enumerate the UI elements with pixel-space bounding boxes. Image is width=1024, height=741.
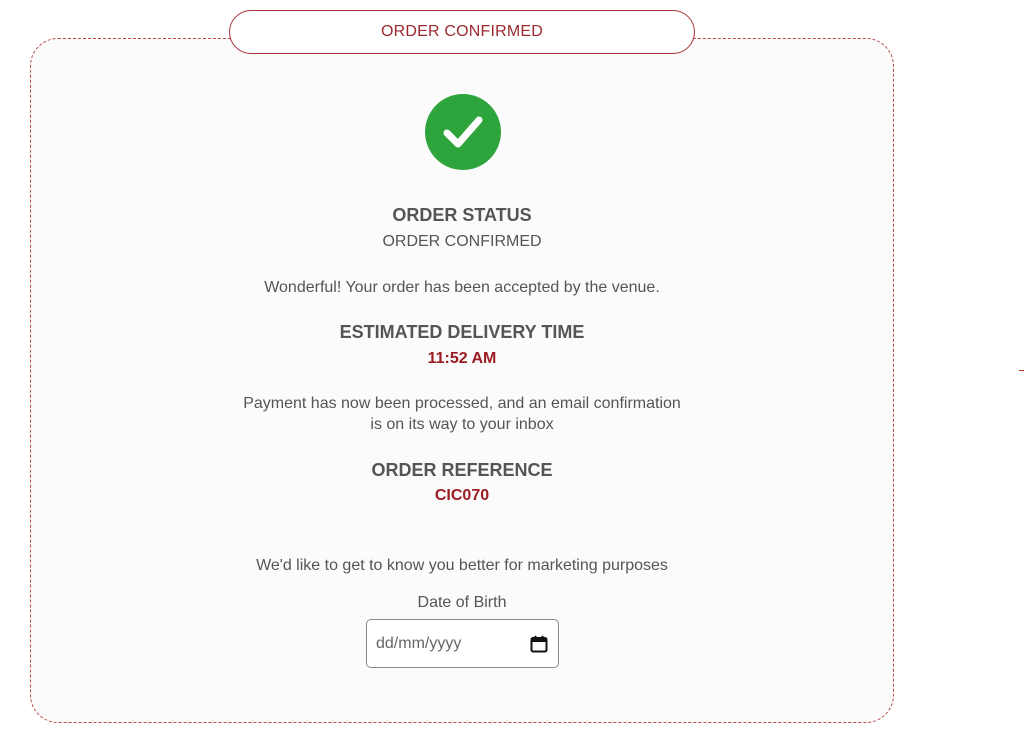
check-circle-icon: [425, 94, 501, 170]
order-status-message: Wonderful! Your order has been accepted …: [264, 279, 660, 296]
marketing-intro: We'd like to get to know you better for …: [256, 557, 668, 574]
order-reference-heading: ORDER REFERENCE: [371, 460, 553, 480]
delivery-time-heading: ESTIMATED DELIVERY TIME: [339, 322, 585, 342]
payment-message-line1: Payment has now been processed, and an e…: [243, 395, 681, 412]
payment-message-line2: is on its way to your inbox: [370, 416, 554, 433]
order-status-value: ORDER CONFIRMED: [382, 233, 542, 250]
order-confirmation-page: ORDER CONFIRMED ORDER STATUS ORDER CONFI…: [0, 0, 1024, 741]
order-status-heading: ORDER STATUS: [392, 205, 532, 225]
order-reference-value: CIC070: [434, 487, 490, 504]
delivery-time-value: 11:52 AM: [427, 350, 497, 367]
edge-artifact: [1019, 370, 1024, 371]
dob-input[interactable]: dd/mm/yyyy: [366, 619, 559, 668]
dob-placeholder: dd/mm/yyyy: [376, 634, 462, 652]
dob-label: Date of Birth: [417, 594, 507, 611]
calendar-icon[interactable]: [530, 635, 548, 653]
header-title: ORDER CONFIRMED: [229, 10, 695, 54]
